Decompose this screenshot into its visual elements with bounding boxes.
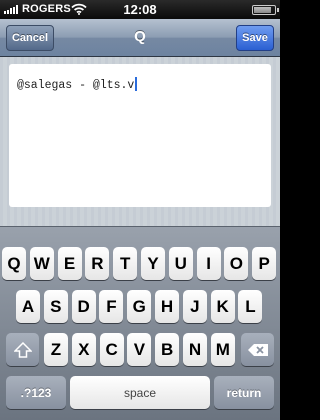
save-button[interactable]: Save [236, 25, 274, 51]
key-v[interactable]: V [127, 333, 152, 366]
battery-icon [252, 5, 279, 15]
keyboard: QWERTYUIOP ASDFGHJKL ZXCVBNM .?123 space… [0, 226, 280, 420]
key-e[interactable]: E [57, 247, 82, 280]
key-d[interactable]: D [71, 290, 96, 323]
key-f[interactable]: F [99, 290, 124, 323]
keyboard-row-4: .?123 space return [0, 376, 280, 409]
shift-key[interactable] [6, 333, 39, 366]
status-time: 12:08 [123, 2, 157, 17]
key-x[interactable]: X [71, 333, 96, 366]
key-k[interactable]: K [210, 290, 235, 323]
key-y[interactable]: Y [141, 247, 165, 280]
key-i[interactable]: I [196, 247, 221, 280]
key-b[interactable]: B [155, 333, 180, 366]
key-m[interactable]: M [210, 333, 235, 366]
numbers-key[interactable]: .?123 [6, 376, 66, 409]
key-o[interactable]: O [224, 247, 249, 280]
space-key[interactable]: space [70, 376, 210, 409]
key-q[interactable]: Q [2, 247, 26, 280]
key-a[interactable]: A [16, 290, 40, 323]
key-h[interactable]: H [155, 290, 179, 323]
shift-arrow-icon [13, 341, 32, 358]
backspace-icon [247, 343, 268, 356]
key-c[interactable]: C [99, 333, 124, 366]
key-g[interactable]: G [127, 290, 152, 323]
navigation-bar: Cancel Q Save [0, 19, 280, 57]
text-editor[interactable]: @salegas - @lts.v [9, 64, 271, 207]
key-j[interactable]: J [182, 290, 207, 323]
key-l[interactable]: L [238, 290, 263, 323]
editor-text: @salegas - @lts.v [17, 79, 135, 92]
key-p[interactable]: P [252, 247, 277, 280]
status-bar: ROGERS 12:08 [0, 0, 280, 19]
keyboard-row-1: QWERTYUIOP [0, 247, 280, 280]
return-key[interactable]: return [214, 376, 274, 409]
delete-key[interactable] [241, 333, 274, 366]
key-z[interactable]: Z [44, 333, 68, 366]
key-w[interactable]: W [29, 247, 54, 280]
key-n[interactable]: N [183, 333, 207, 366]
content-area: @salegas - @lts.v [0, 57, 280, 226]
key-s[interactable]: S [43, 290, 68, 323]
battery-level [254, 7, 271, 13]
key-u[interactable]: U [168, 247, 193, 280]
key-t[interactable]: T [113, 247, 138, 280]
keyboard-row-2: ASDFGHJKL [0, 290, 280, 323]
text-caret [135, 77, 138, 91]
keyboard-row-3: ZXCVBNM [0, 333, 280, 366]
key-r[interactable]: R [85, 247, 110, 280]
